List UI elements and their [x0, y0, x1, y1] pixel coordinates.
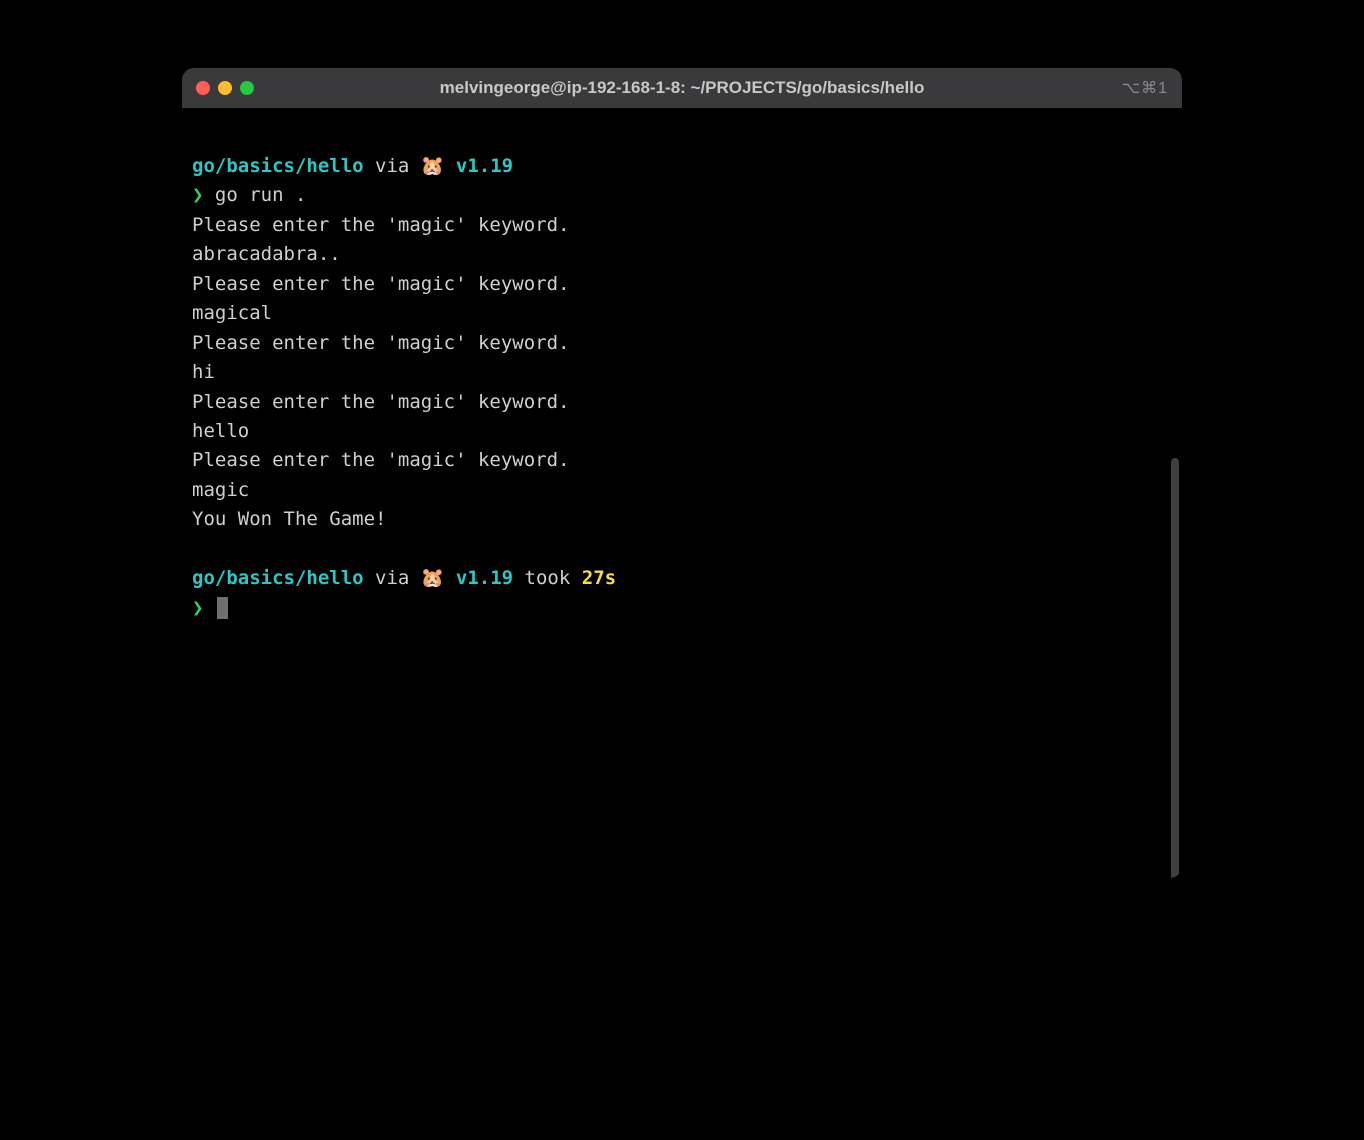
prompt-arrow-icon: ❯ — [192, 184, 203, 206]
duration-value: 27s — [582, 567, 616, 589]
output-line: You Won The Game! — [192, 505, 1172, 534]
window-shortcut-label: ⌥⌘1 — [1122, 78, 1168, 98]
took-label: took — [513, 567, 582, 589]
hamster-icon: 🐹 — [421, 568, 445, 589]
titlebar: melvingeorge@ip-192-168-1-8: ~/PROJECTS/… — [182, 68, 1182, 108]
output-line: hi — [192, 358, 1172, 387]
prompt-line: go/basics/hello via 🐹 v1.19 — [192, 152, 1172, 181]
output-line: hello — [192, 417, 1172, 446]
output-line: Please enter the 'magic' keyword. — [192, 211, 1172, 240]
prompt-path: go/basics/hello — [192, 155, 364, 177]
scrollbar-thumb[interactable] — [1171, 458, 1179, 878]
output-line: Please enter the 'magic' keyword. — [192, 270, 1172, 299]
close-icon[interactable] — [196, 81, 210, 95]
prompt-line: go/basics/hello via 🐹 v1.19 took 27s — [192, 564, 1172, 593]
output-line: Please enter the 'magic' keyword. — [192, 388, 1172, 417]
prompt-path: go/basics/hello — [192, 567, 364, 589]
traffic-lights — [196, 81, 254, 95]
output-line: magic — [192, 476, 1172, 505]
hamster-icon: 🐹 — [421, 156, 445, 177]
command-line: ❯ go run . — [192, 181, 1172, 210]
terminal-body[interactable]: go/basics/hello via 🐹 v1.19 ❯ go run . P… — [182, 108, 1182, 878]
maximize-icon[interactable] — [240, 81, 254, 95]
window-title: melvingeorge@ip-192-168-1-8: ~/PROJECTS/… — [440, 78, 925, 98]
go-version: v1.19 — [444, 567, 513, 589]
output-line: Please enter the 'magic' keyword. — [192, 329, 1172, 358]
output-line: abracadabra.. — [192, 240, 1172, 269]
command-text: go run . — [203, 184, 306, 206]
cursor-icon — [217, 597, 228, 619]
prompt-via: via — [364, 155, 421, 177]
go-version: v1.19 — [444, 155, 513, 177]
prompt-arrow-icon: ❯ — [192, 597, 203, 619]
output-line: magical — [192, 299, 1172, 328]
terminal-window: melvingeorge@ip-192-168-1-8: ~/PROJECTS/… — [182, 68, 1182, 878]
minimize-icon[interactable] — [218, 81, 232, 95]
prompt-input-line[interactable]: ❯ — [192, 594, 1172, 623]
output-line: Please enter the 'magic' keyword. — [192, 446, 1172, 475]
prompt-via: via — [364, 567, 421, 589]
blank-line — [192, 535, 1172, 564]
